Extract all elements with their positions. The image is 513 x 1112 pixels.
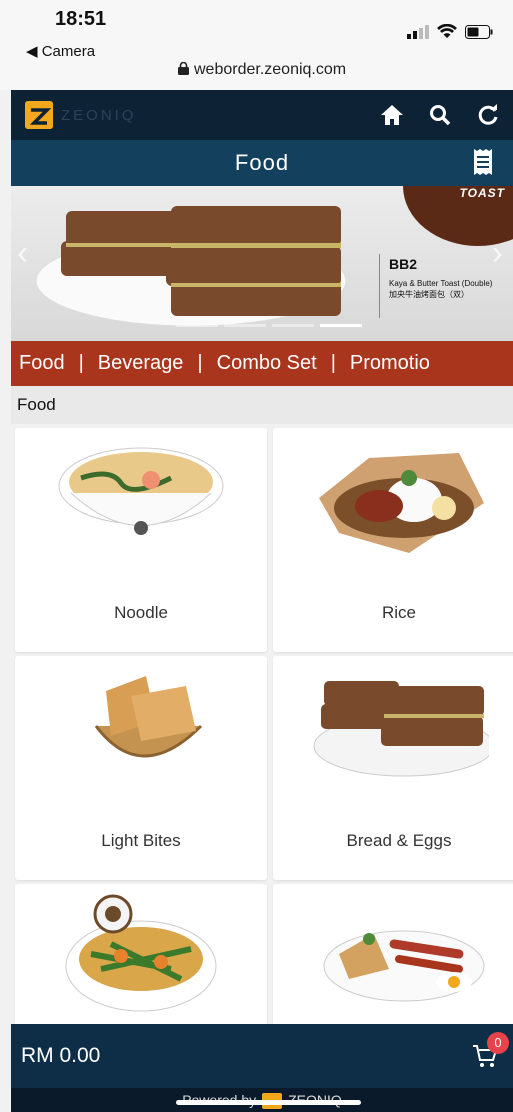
signal-icon xyxy=(407,24,429,39)
banner-toast-image xyxy=(35,206,347,327)
refresh-icon[interactable] xyxy=(475,102,501,128)
wifi-icon xyxy=(437,24,457,38)
banner-desc-zh: 加央牛油烤面包（双） xyxy=(389,290,469,299)
home-icon[interactable] xyxy=(379,102,405,128)
banner-dot-active[interactable] xyxy=(320,324,362,327)
category-separator: | xyxy=(197,352,203,374)
search-icon[interactable] xyxy=(427,102,453,128)
zeoniq-logo-icon xyxy=(25,101,53,129)
menu-card-noodle[interactable]: Noodle xyxy=(15,428,267,652)
menu-card-label: Noodle xyxy=(114,603,168,622)
banner-item-desc: Kaya & Butter Toast (Double) 加央牛油烤面包（双） xyxy=(389,278,492,300)
cart-count-badge: 0 xyxy=(487,1032,509,1054)
cart-total: RM 0.00 xyxy=(21,1044,101,1067)
banner-corner-text: TOAST xyxy=(459,186,505,200)
receipt-icon[interactable] xyxy=(473,148,493,176)
url-bar[interactable]: weborder.zeoniq.com xyxy=(194,61,346,79)
bread-eggs-image xyxy=(313,681,489,777)
category-tab-combo-set[interactable]: Combo Set xyxy=(209,341,325,386)
menu-card-rice[interactable]: Rice xyxy=(273,428,513,652)
menu-card-label: Rice xyxy=(381,603,416,622)
banner-dot[interactable] xyxy=(224,324,266,327)
category-tab-beverage[interactable]: Beverage xyxy=(90,341,192,386)
rice-image xyxy=(319,453,484,553)
banner-desc-en: Kaya & Butter Toast (Double) xyxy=(389,279,493,288)
status-time: 18:51 xyxy=(55,8,107,30)
menu-card-light-bites[interactable]: Light Bites xyxy=(15,656,267,880)
banner-item-code: BB2 xyxy=(389,256,418,272)
back-to-camera-link[interactable]: ◀ Camera xyxy=(26,42,95,60)
banner-dot[interactable] xyxy=(176,324,218,327)
promo-banner[interactable]: TOAST BB2 Kaya & Butter Toast (Double) 加… xyxy=(11,186,513,341)
section-title: Food xyxy=(11,386,513,424)
brand-name: ZEONIQ xyxy=(61,106,137,124)
category-bar: Food | Beverage | Combo Set | Promotio xyxy=(11,341,513,386)
status-icons xyxy=(407,24,493,39)
banner-pagination xyxy=(176,324,362,327)
status-bar: 18:51 ◀ Camera weborder.zeoniq.com xyxy=(0,0,513,90)
banner-divider xyxy=(379,254,380,318)
category-tab-promotion[interactable]: Promotio xyxy=(342,341,438,386)
menu-card-bread-eggs[interactable]: Bread & Eggs xyxy=(273,656,513,880)
banner-prev-icon[interactable]: ‹ xyxy=(17,234,28,273)
home-indicator[interactable] xyxy=(176,1100,361,1105)
category-separator: | xyxy=(330,352,336,374)
category-separator: | xyxy=(78,352,84,374)
cart-bar[interactable]: RM 0.00 0 xyxy=(11,1024,513,1088)
top-nav: ZEONIQ xyxy=(11,90,513,140)
menu-card-label: Light Bites xyxy=(101,831,181,850)
menu-grid: Noodle Rice Light Bites Bread & Eggs xyxy=(11,424,513,1024)
brand-logo[interactable]: ZEONIQ xyxy=(25,101,137,129)
banner-next-icon[interactable]: › xyxy=(492,234,503,273)
menu-card-label: Bread & Eggs xyxy=(346,831,452,850)
page-title: Food xyxy=(234,150,290,175)
menu-card-item-6[interactable] xyxy=(273,884,513,1024)
light-bites-image xyxy=(94,676,203,758)
noodle-image xyxy=(58,447,224,535)
stir-fry-image xyxy=(65,894,217,1012)
lock-icon xyxy=(178,62,189,75)
battery-icon xyxy=(465,24,493,39)
category-tab-food[interactable]: Food xyxy=(11,341,73,386)
breakfast-image xyxy=(323,930,485,1002)
title-bar: Food xyxy=(11,140,513,186)
menu-card-item-5[interactable] xyxy=(15,884,267,1024)
banner-dot[interactable] xyxy=(272,324,314,327)
